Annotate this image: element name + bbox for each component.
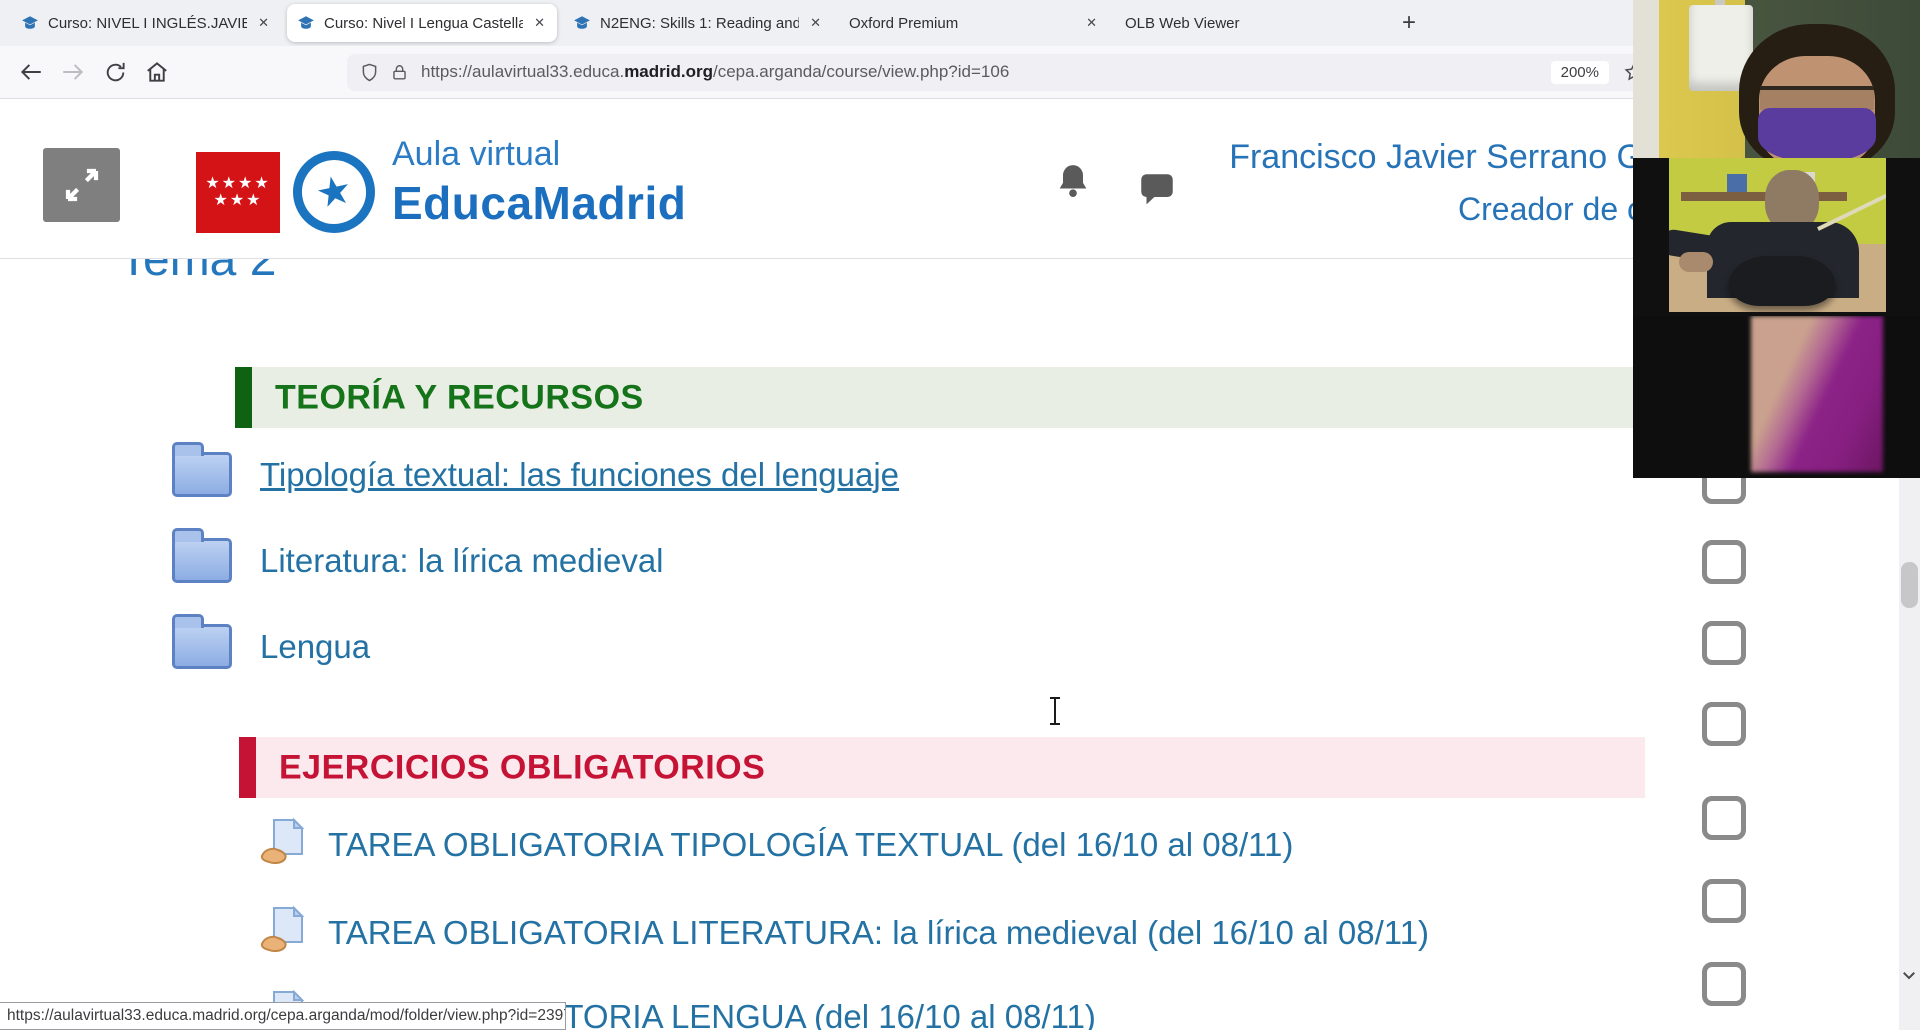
- section-title: EJERCICIOS OBLIGATORIOS: [279, 748, 766, 786]
- participant-glasses-shape: [1760, 86, 1874, 110]
- text-cursor: [1047, 696, 1063, 731]
- folder-icon: [172, 442, 232, 497]
- moodle-favicon-icon: [21, 14, 39, 32]
- browser-tab-bar: Curso: NIVEL I INGLÉS.JAVIER ✕ Curso: Ni…: [0, 0, 1920, 46]
- tab-close-icon[interactable]: ✕: [808, 15, 823, 31]
- assignment-icon: [258, 905, 308, 960]
- folder-row: Tipología textual: las funciones del len…: [172, 442, 899, 497]
- tab-label: N2ENG: Skills 1: Reading and W: [600, 14, 800, 32]
- address-bar[interactable]: https://aulavirtual33.educa.madrid.org/c…: [347, 53, 1657, 91]
- folder-link-literatura[interactable]: Literatura: la lírica medieval: [260, 542, 664, 580]
- tab-oxford-premium[interactable]: Oxford Premium ✕: [839, 4, 1109, 42]
- shield-icon[interactable]: [359, 62, 380, 83]
- user-menu[interactable]: Francisco Javier Serrano G Creador de c: [1195, 138, 1643, 228]
- brand-line-1: Aula virtual: [392, 135, 561, 173]
- section-accent-bar: [235, 367, 252, 428]
- lock-icon[interactable]: [390, 63, 409, 82]
- notifications-button[interactable]: [1053, 161, 1093, 201]
- madrid-flag-logo[interactable]: ★★★★ ★★★: [196, 152, 280, 233]
- new-tab-button[interactable]: +: [1402, 9, 1416, 37]
- assignment-row: TAREA OBLIGATORIA LITERATURA: la lírica …: [258, 905, 1429, 960]
- theory-section-header: TEORÍA Y RECURSOS: [235, 367, 1643, 428]
- flag-stars-row: ★★★★: [205, 175, 271, 193]
- educamadrid-star-logo[interactable]: ★: [285, 143, 383, 241]
- assignment-row: TAREA OBLIGATORIA TIPOLOGÍA TEXTUAL (del…: [258, 817, 1293, 872]
- screen: Curso: NIVEL I INGLÉS.JAVIER ✕ Curso: Ni…: [0, 0, 1920, 1030]
- webcam-3-frame: [1751, 316, 1883, 472]
- brand-line-2: EducaMadrid: [392, 177, 687, 229]
- section-title: TEORÍA Y RECURSOS: [275, 378, 644, 416]
- assignment-link-literatura[interactable]: TAREA OBLIGATORIA LITERATURA: la lírica …: [328, 914, 1429, 952]
- shelf-shape: [1681, 192, 1847, 201]
- bell-icon: [1053, 161, 1093, 201]
- fullscreen-toggle-button[interactable]: [43, 148, 120, 222]
- completion-checkbox[interactable]: [1702, 796, 1746, 840]
- flag-stars-row: ★★★: [213, 191, 263, 209]
- reload-button[interactable]: [100, 57, 130, 87]
- site-navbar: ★★★★ ★★★ ★ Aula virtual EducaMadrid Fran…: [0, 99, 1920, 259]
- tab-curso-ingles[interactable]: Curso: NIVEL I INGLÉS.JAVIER ✕: [11, 4, 281, 42]
- tab-olb-web-viewer[interactable]: OLB Web Viewer: [1115, 4, 1385, 42]
- completion-checkbox[interactable]: [1702, 621, 1746, 665]
- assignment-link-tipologia[interactable]: TAREA OBLIGATORIA TIPOLOGÍA TEXTUAL (del…: [328, 826, 1293, 864]
- assignment-icon: [258, 817, 308, 872]
- webcam-tile-3[interactable]: [1633, 316, 1920, 478]
- user-role: Creador de c: [1458, 191, 1643, 227]
- tab-close-icon[interactable]: ✕: [1084, 15, 1099, 31]
- tab-label: Oxford Premium: [849, 14, 959, 32]
- tab-close-icon[interactable]: ✕: [256, 15, 271, 31]
- expand-arrows-icon: [61, 164, 103, 206]
- back-button[interactable]: [16, 57, 46, 87]
- moodle-favicon-icon: [297, 14, 315, 32]
- completion-checkbox[interactable]: [1702, 879, 1746, 923]
- tab-curso-lengua-active[interactable]: Curso: Nivel I Lengua Castellana ✕: [287, 4, 557, 42]
- folder-icon: [172, 528, 232, 583]
- webcam-tile-1[interactable]: [1633, 0, 1920, 158]
- tab-close-icon[interactable]: ✕: [532, 15, 547, 31]
- completion-checkbox[interactable]: [1702, 962, 1746, 1006]
- participant-face-mask-shape: [1758, 108, 1876, 158]
- browser-toolbar: https://aulavirtual33.educa.madrid.org/c…: [0, 46, 1920, 99]
- completion-checkbox[interactable]: [1702, 540, 1746, 584]
- chat-bubble-icon: [1136, 169, 1178, 211]
- tab-n2eng-skills[interactable]: N2ENG: Skills 1: Reading and W ✕: [563, 4, 833, 42]
- video-call-overlay[interactable]: [1633, 0, 1920, 478]
- chevron-down-icon[interactable]: [1900, 966, 1918, 984]
- zoom-level-badge[interactable]: 200%: [1550, 60, 1609, 84]
- home-button[interactable]: [142, 57, 172, 87]
- folder-link-tipologia[interactable]: Tipología textual: las funciones del len…: [260, 456, 899, 494]
- user-name[interactable]: Francisco Javier Serrano G: [1195, 138, 1643, 177]
- status-bar-link-preview: https://aulavirtual33.educa.madrid.org/c…: [0, 1002, 566, 1030]
- folder-row: Lengua: [172, 614, 370, 669]
- smart-speaker-shape: [1729, 256, 1835, 306]
- folder-icon: [172, 614, 232, 669]
- tab-label: Curso: Nivel I Lengua Castellana: [324, 14, 524, 32]
- shelf-item-shape: [1727, 174, 1747, 192]
- logo-star-icon: ★: [311, 166, 357, 218]
- exercises-section-header: EJERCICIOS OBLIGATORIOS: [239, 737, 1645, 798]
- webcam-2-frame: [1669, 158, 1886, 312]
- folder-link-lengua[interactable]: Lengua: [260, 628, 370, 666]
- webcam-tile-2[interactable]: [1633, 158, 1920, 316]
- section-accent-bar: [239, 737, 256, 798]
- tab-label: OLB Web Viewer: [1125, 14, 1240, 32]
- moodle-favicon-icon: [573, 14, 591, 32]
- folder-row: Literatura: la lírica medieval: [172, 528, 664, 583]
- site-brand[interactable]: Aula virtual EducaMadrid: [392, 135, 686, 230]
- participant-hand-shape: [1679, 252, 1713, 272]
- tab-label: Curso: NIVEL I INGLÉS.JAVIER: [48, 14, 248, 32]
- url-text: https://aulavirtual33.educa.madrid.org/c…: [421, 62, 1010, 81]
- messages-button[interactable]: [1136, 169, 1178, 211]
- forward-button[interactable]: [58, 57, 88, 87]
- scrollbar-thumb[interactable]: [1901, 562, 1918, 608]
- completion-checkbox[interactable]: [1702, 702, 1746, 746]
